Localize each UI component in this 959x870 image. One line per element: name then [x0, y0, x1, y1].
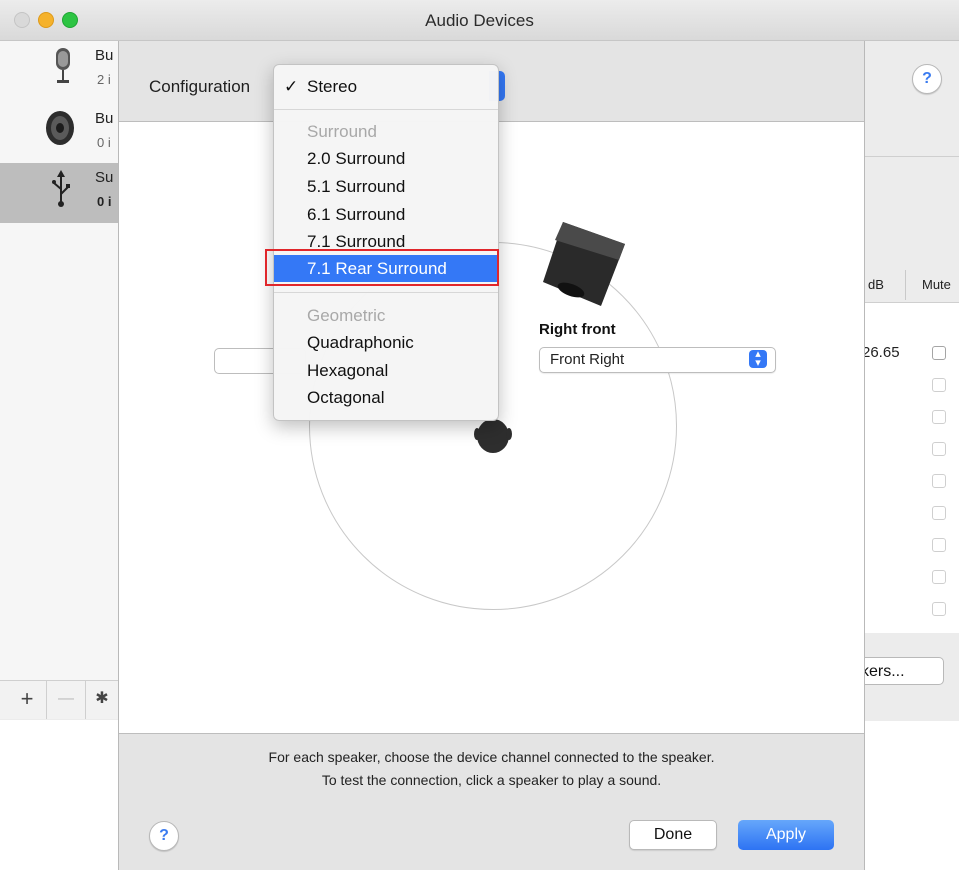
instruction-line-2: To test the connection, click a speaker … — [321, 772, 662, 788]
db-value: 26.65 — [862, 344, 900, 361]
device-sub: 0 i — [97, 135, 111, 150]
mute-checkbox[interactable] — [932, 378, 946, 392]
menu-item-label: 2.0 Surround — [307, 149, 406, 168]
device-sub: 2 i — [97, 72, 111, 87]
mute-checkbox[interactable] — [932, 410, 946, 424]
configuration-label: Configuration — [149, 77, 251, 96]
column-separator — [905, 270, 906, 300]
menu-item-octagonal[interactable]: Octagonal — [274, 384, 498, 411]
apply-button[interactable]: Apply — [738, 820, 834, 850]
sidebar-toolbar: + — ✱ — [0, 680, 118, 719]
menu-item-label: Stereo — [307, 77, 358, 96]
instruction-line-1: For each speaker, choose the device chan… — [268, 749, 715, 765]
menu-item-label: Quadraphonic — [307, 333, 414, 352]
menu-item-quadraphonic[interactable]: Quadraphonic — [274, 329, 498, 356]
menu-item-label: 6.1 Surround — [307, 205, 406, 224]
right-front-label: Right front — [539, 321, 616, 338]
menu-item-label: Hexagonal — [307, 361, 389, 380]
mute-checkbox[interactable] — [932, 346, 946, 360]
microphone-icon — [56, 48, 70, 83]
menu-item-2-0-surround[interactable]: 2.0 Surround — [274, 145, 498, 172]
right-front-channel-value: Front Right — [550, 351, 625, 368]
chevron-updown-icon: ▴ ▾ — [749, 349, 767, 369]
device-name: Su — [95, 169, 114, 186]
help-button[interactable]: ? — [149, 821, 179, 851]
menu-item-5-1-surround[interactable]: 5.1 Surround — [274, 173, 498, 200]
configure-speakers-button[interactable]: kers... — [856, 657, 944, 685]
device-sub: 0 i — [97, 194, 112, 209]
help-button-main[interactable]: ? — [912, 64, 942, 94]
column-header-mute[interactable]: Mute — [922, 277, 951, 292]
add-device-button[interactable]: + — [8, 681, 47, 719]
device-row-built-in-microphone[interactable]: Bu 2 i — [0, 41, 118, 101]
menu-item-hexagonal[interactable]: Hexagonal — [274, 357, 498, 384]
speaker-icon — [46, 111, 74, 145]
mute-checkbox[interactable] — [932, 506, 946, 520]
menu-item-label: 5.1 Surround — [307, 177, 406, 196]
mute-checkbox[interactable] — [932, 442, 946, 456]
mute-checkbox[interactable] — [932, 570, 946, 584]
column-header-db[interactable]: dB — [868, 277, 884, 292]
device-name: Bu — [95, 47, 114, 64]
device-row-usb-selected[interactable]: Su 0 i — [0, 163, 118, 223]
menu-section-geometric: Geometric — [274, 302, 498, 329]
device-sidebar: Bu 2 i Bu 0 i Su 0 i — [0, 41, 119, 681]
checkmark-icon: ✓ — [284, 77, 299, 96]
device-name: Bu — [95, 110, 114, 127]
mute-checkbox[interactable] — [932, 474, 946, 488]
done-button[interactable]: Done — [629, 820, 717, 850]
menu-section-label: Geometric — [307, 306, 386, 325]
gear-icon[interactable]: ✱ — [86, 681, 118, 719]
menu-section-label: Surround — [307, 122, 377, 141]
mute-checkbox[interactable] — [932, 602, 946, 616]
menu-separator — [274, 292, 498, 293]
right-front-speaker-icon[interactable] — [541, 218, 631, 310]
window-title: Audio Devices — [425, 11, 534, 30]
remove-device-button[interactable]: — — [47, 681, 86, 719]
device-row-built-in-output[interactable]: Bu 0 i — [0, 101, 118, 161]
menu-item-stereo[interactable]: ✓ Stereo — [274, 73, 498, 100]
menu-section-surround: Surround — [274, 118, 498, 145]
right-front-channel-select[interactable]: Front Right ▴ ▾ — [539, 347, 776, 373]
title-bar: Audio Devices — [0, 0, 959, 41]
usb-icon — [52, 170, 70, 207]
menu-item-6-1-surround[interactable]: 6.1 Surround — [274, 201, 498, 228]
menu-separator — [274, 109, 498, 110]
configuration-menu: ✓ Stereo Surround 2.0 Surround 5.1 Surro… — [273, 64, 499, 421]
panel-divider — [862, 156, 959, 157]
mute-checkbox[interactable] — [932, 538, 946, 552]
highlight-annotation-box — [265, 249, 499, 286]
menu-item-label: Octagonal — [307, 388, 385, 407]
